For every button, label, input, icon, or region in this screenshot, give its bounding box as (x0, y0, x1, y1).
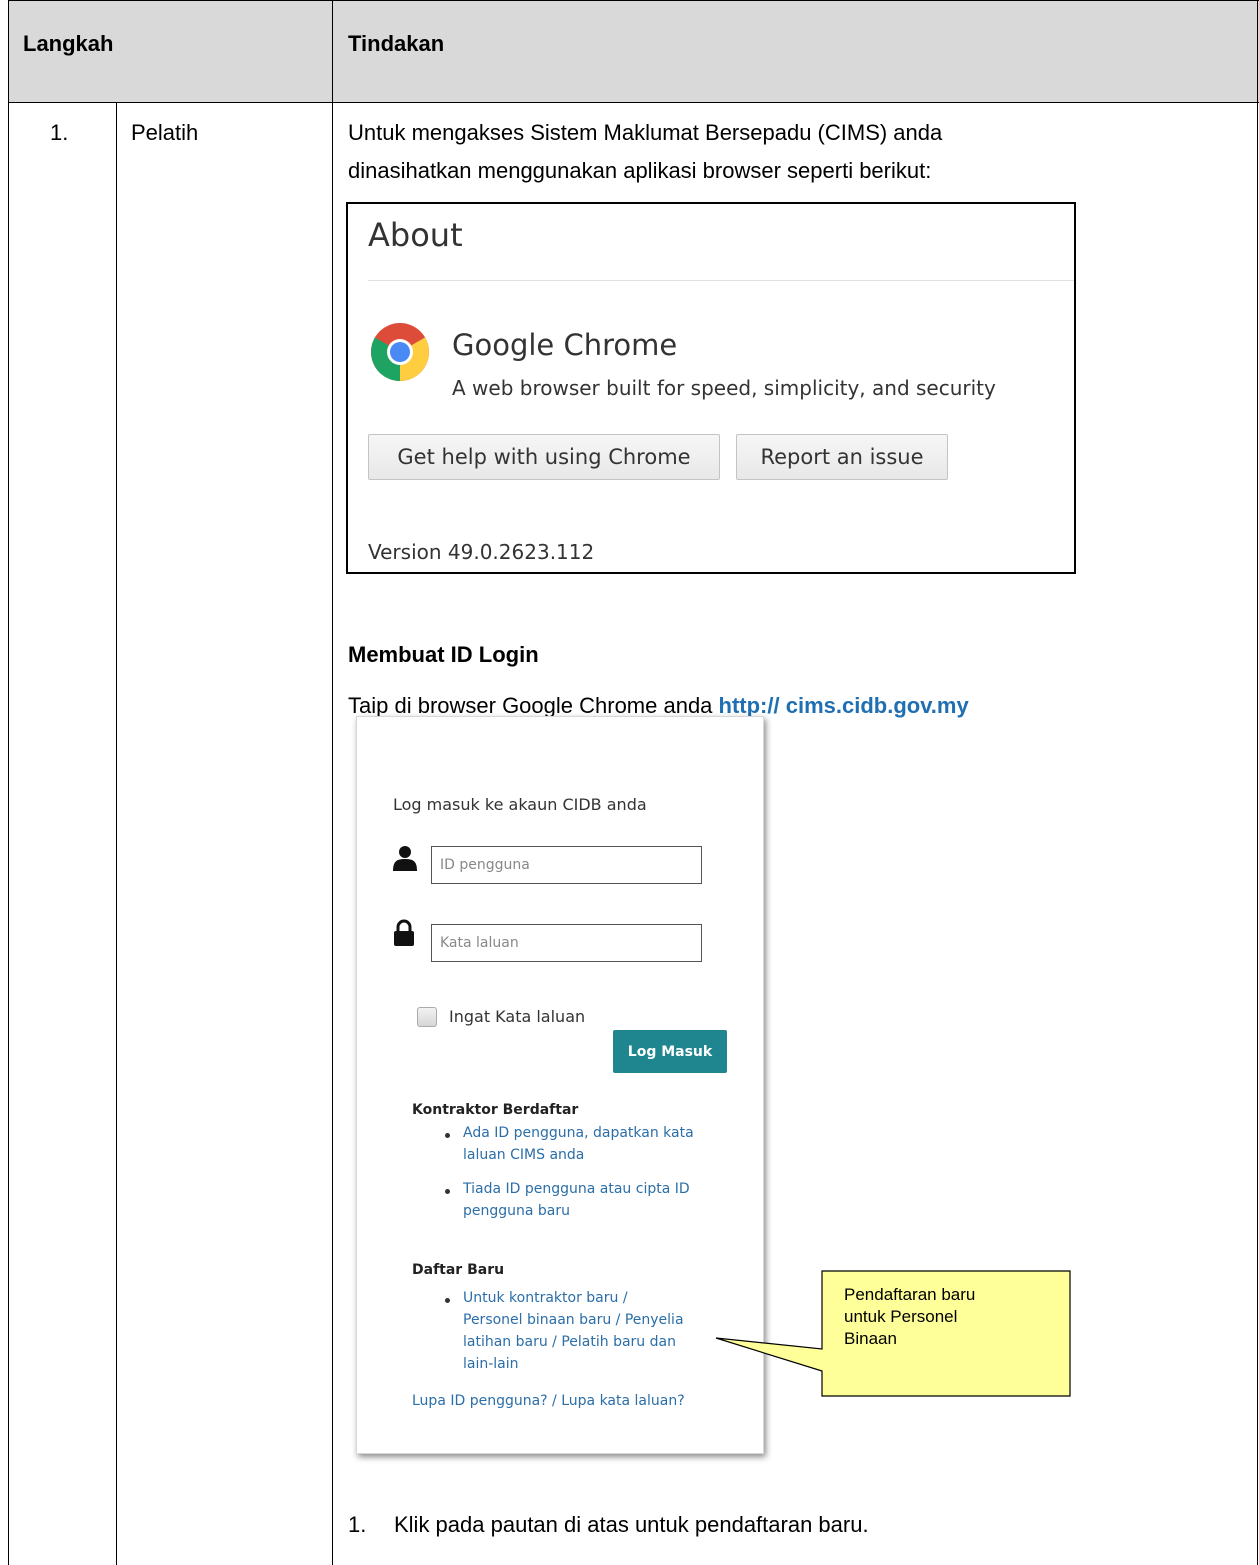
user-icon (393, 846, 417, 871)
registered-contractor-heading: Kontraktor Berdaftar (412, 1102, 579, 1118)
new-registration-link-line3: latihan baru / Pelatih baru dan (463, 1334, 676, 1350)
chrome-logo-icon (371, 323, 429, 381)
get-password-link-line2: laluan CIMS anda (463, 1147, 585, 1163)
column-divider-sub (116, 102, 117, 1565)
about-title: About (368, 216, 463, 254)
new-registration-link-line1: Untuk kontraktor baru / (463, 1290, 628, 1306)
header-tindakan: Tindakan (348, 31, 445, 56)
table-header-divider (8, 102, 1259, 103)
callout-text: Pendaftaran baru untuk Personel Binaan (844, 1284, 1044, 1350)
new-registration-link-line2: Personel binaan baru / Penyelia (463, 1312, 684, 1328)
remember-checkbox[interactable] (417, 1007, 437, 1027)
column-divider-main (332, 0, 333, 1565)
type-instruction-text: Taip di browser Google Chrome anda (348, 693, 719, 718)
login-button[interactable]: Log Masuk (613, 1030, 727, 1073)
forgot-credentials-link[interactable]: Lupa ID pengguna? / Lupa kata laluan? (412, 1390, 685, 1412)
callout-line-1: Pendaftaran baru (844, 1285, 976, 1304)
header-langkah: Langkah (23, 31, 114, 56)
user-id-input[interactable]: ID pengguna (431, 846, 702, 884)
lock-icon (394, 919, 414, 946)
step-text: Klik pada pautan di atas untuk pendaftar… (394, 1512, 869, 1537)
product-name: Google Chrome (452, 328, 678, 362)
create-id-link-line2: pengguna baru (463, 1203, 571, 1219)
callout-line-3: Binaan (844, 1329, 897, 1348)
cims-url-link[interactable]: http:// cims.cidb.gov.my (719, 693, 969, 718)
step-number: 1. (348, 1512, 367, 1537)
get-password-link-line1: Ada ID pengguna, dapatkan kata (463, 1125, 694, 1141)
table-border-top (8, 0, 1259, 1)
about-divider (368, 280, 1074, 281)
password-input[interactable]: Kata laluan (431, 924, 702, 962)
create-id-link[interactable]: Tiada ID pengguna atau cipta ID pengguna… (463, 1178, 690, 1222)
bullet (445, 1133, 450, 1138)
intro-line-2: dinasihatkan menggunakan aplikasi browse… (348, 158, 932, 183)
product-description: A web browser built for speed, simplicit… (452, 376, 996, 400)
chrome-about-screenshot: About Google Chrome A web browser built … (346, 202, 1076, 574)
section-heading: Membuat ID Login (348, 642, 539, 667)
callout-line-2: untuk Personel (844, 1307, 958, 1326)
new-registration-link[interactable]: Untuk kontraktor baru / Personel binaan … (463, 1287, 684, 1375)
remember-label: Ingat Kata laluan (449, 1007, 586, 1026)
new-registration-heading: Daftar Baru (412, 1262, 505, 1278)
get-password-link[interactable]: Ada ID pengguna, dapatkan kata laluan CI… (463, 1122, 694, 1166)
bullet (445, 1189, 450, 1194)
row-role: Pelatih (131, 120, 199, 145)
new-registration-link-line4: lain-lain (463, 1356, 519, 1372)
intro-line-1: Untuk mengakses Sistem Maklumat Bersepad… (348, 120, 943, 145)
table-header-row (8, 0, 1259, 102)
help-button[interactable]: Get help with using Chrome (368, 434, 720, 480)
report-issue-button[interactable]: Report an issue (736, 434, 948, 480)
row-number: 1. (50, 120, 69, 145)
login-title: Log masuk ke akaun CIDB anda (393, 795, 647, 814)
table-border-right (1257, 0, 1258, 1565)
bullet (445, 1298, 450, 1303)
version-text: Version 49.0.2623.112 (368, 540, 595, 564)
table-border-left (8, 0, 9, 1565)
create-id-link-line1: Tiada ID pengguna atau cipta ID (463, 1181, 690, 1197)
